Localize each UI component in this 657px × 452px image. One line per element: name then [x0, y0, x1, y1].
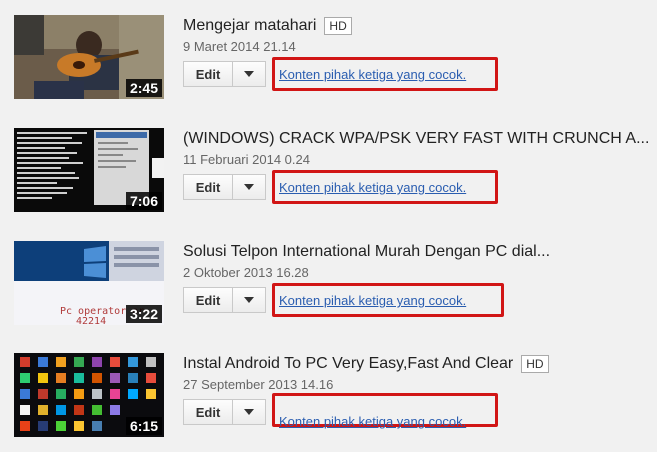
chevron-down-icon [244, 184, 254, 190]
video-duration: 3:22 [125, 305, 162, 323]
chevron-down-icon [244, 297, 254, 303]
hd-badge: HD [521, 355, 549, 373]
hd-badge: HD [324, 17, 352, 35]
video-duration: 2:45 [125, 79, 162, 97]
video-row: Pc operator or 42214 3:22 Solusi Telpon … [0, 241, 657, 353]
edit-button[interactable]: Edit [183, 399, 233, 425]
video-title-line: (WINDOWS) CRACK WPA/PSK VERY FAST WITH C… [183, 128, 649, 150]
video-title-line: Solusi Telpon International Murah Dengan… [183, 241, 550, 263]
video-date: 9 Maret 2014 21.14 [183, 39, 296, 54]
video-duration: 7:06 [125, 192, 162, 210]
video-title-line: Mengejar matahari HD [183, 15, 352, 37]
video-title[interactable]: Mengejar matahari [183, 17, 316, 35]
video-title[interactable]: Instal Android To PC Very Easy,Fast And … [183, 355, 513, 373]
thumbnail-text: 42214 [76, 316, 106, 325]
edit-button[interactable]: Edit [183, 287, 233, 313]
edit-button-group: Edit [183, 399, 266, 425]
third-party-match-link[interactable]: Konten pihak ketiga yang cocok. [279, 414, 466, 429]
edit-dropdown-button[interactable] [232, 399, 266, 425]
chevron-down-icon [244, 409, 254, 415]
third-party-match-link[interactable]: Konten pihak ketiga yang cocok. [279, 180, 466, 195]
video-thumbnail[interactable]: Pc operator or 42214 3:22 [14, 241, 164, 325]
edit-button-group: Edit [183, 287, 266, 313]
video-date: 11 Februari 2014 0.24 [183, 152, 310, 167]
third-party-match-link[interactable]: Konten pihak ketiga yang cocok. [279, 67, 466, 82]
edit-button[interactable]: Edit [183, 174, 233, 200]
video-row: 6:15 Instal Android To PC Very Easy,Fast… [0, 353, 657, 452]
video-duration: 6:15 [125, 417, 162, 435]
video-thumbnail[interactable]: 7:06 [14, 128, 164, 212]
video-title[interactable]: (WINDOWS) CRACK WPA/PSK VERY FAST WITH C… [183, 130, 649, 148]
video-row: 7:06 (WINDOWS) CRACK WPA/PSK VERY FAST W… [0, 128, 657, 240]
third-party-match-link[interactable]: Konten pihak ketiga yang cocok. [279, 293, 466, 308]
edit-dropdown-button[interactable] [232, 61, 266, 87]
video-date: 2 Oktober 2013 16.28 [183, 265, 309, 280]
video-title[interactable]: Solusi Telpon International Murah Dengan… [183, 243, 550, 261]
edit-button[interactable]: Edit [183, 61, 233, 87]
chevron-down-icon [244, 71, 254, 77]
edit-dropdown-button[interactable] [232, 287, 266, 313]
video-date: 27 September 2013 14.16 [183, 377, 334, 392]
video-thumbnail[interactable]: 6:15 [14, 353, 164, 437]
video-thumbnail[interactable]: 2:45 [14, 15, 164, 99]
edit-button-group: Edit [183, 174, 266, 200]
edit-button-group: Edit [183, 61, 266, 87]
video-row: 2:45 Mengejar matahari HD 9 Maret 2014 2… [0, 15, 657, 127]
video-title-line: Instal Android To PC Very Easy,Fast And … [183, 353, 549, 375]
edit-dropdown-button[interactable] [232, 174, 266, 200]
